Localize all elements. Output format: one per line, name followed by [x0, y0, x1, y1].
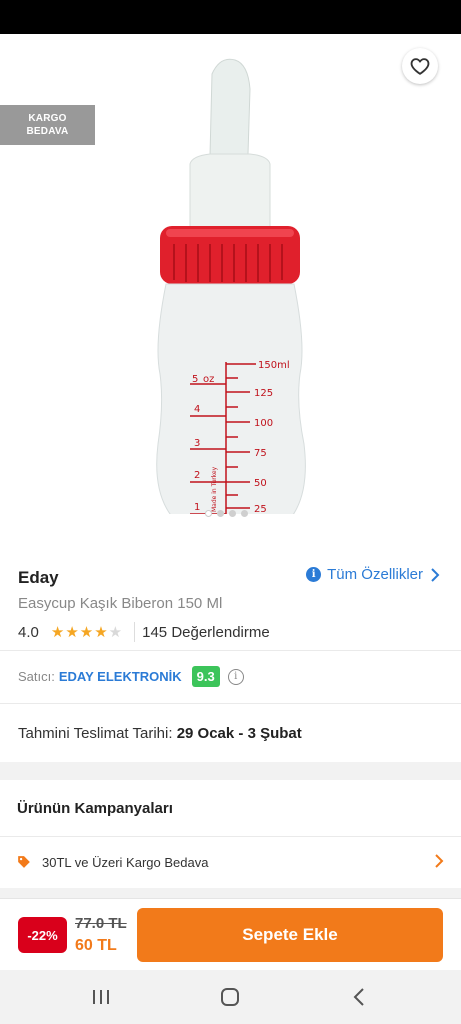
arrow-left-icon: [27, 60, 45, 76]
star-icon: ★: [65, 623, 79, 641]
delivery-label: Tahmini Teslimat Tarihi:: [18, 725, 173, 742]
old-price: 77.0 TL: [75, 915, 127, 932]
gallery-dot[interactable]: [241, 510, 248, 517]
rating-stars: ★ ★ ★ ★ ★: [51, 625, 122, 640]
star-empty-icon: ★: [108, 623, 123, 641]
divider: [0, 650, 461, 651]
star-icon: ★: [94, 623, 108, 641]
campaign-label: 30TL ve Üzeri Kargo Bedava: [42, 854, 209, 870]
seller-score-badge: 9.3: [191, 666, 220, 687]
rating-row: 4.0 ★ ★ ★ ★ ★ 145 Değerlendirme: [18, 622, 270, 642]
divider: [0, 703, 461, 704]
badge-line-1: KARGO: [28, 113, 67, 124]
share-button[interactable]: [346, 50, 378, 82]
svg-text:75: 75: [254, 448, 267, 459]
info-outline-icon[interactable]: i: [227, 668, 244, 685]
star-icon: ★: [50, 623, 65, 641]
svg-text:125: 125: [254, 388, 273, 399]
delivery-date: 29 Ocak - 3 Şubat: [176, 725, 302, 742]
back-button[interactable]: [20, 52, 52, 84]
add-to-cart-button[interactable]: Sepete Ekle: [137, 908, 443, 962]
svg-text:25: 25: [254, 504, 267, 514]
svg-text:1: 1: [194, 502, 200, 513]
all-properties-label: Tüm Özellikler: [327, 566, 423, 583]
star-icon: ★: [79, 623, 94, 641]
svg-text:Made in Turkey: Made in Turkey: [211, 466, 218, 512]
recent-apps-icon: [93, 990, 109, 1004]
delivery-estimate: Tahmini Teslimat Tarihi: 29 Ocak - 3 Şub…: [18, 725, 302, 742]
home-icon: [221, 988, 239, 1006]
new-price: 60 TL: [75, 937, 117, 954]
gallery-dot[interactable]: [217, 510, 224, 517]
share-icon: [353, 56, 371, 76]
favorite-button[interactable]: [402, 48, 438, 84]
status-bar: [0, 0, 461, 34]
campaigns-title: Ürünün Kampanyaları: [17, 800, 173, 817]
seller-label: Satıcı:: [18, 669, 55, 684]
info-icon: i: [306, 567, 322, 582]
svg-text:oz: oz: [203, 374, 214, 385]
seller-row: Satıcı: EDAY ELEKTRONİK 9.3 i: [18, 666, 244, 687]
recent-apps-button[interactable]: [86, 984, 116, 1010]
svg-text:3: 3: [194, 438, 200, 449]
seller-name-link[interactable]: EDAY ELEKTRONİK: [59, 669, 182, 684]
svg-text:50: 50: [254, 478, 267, 489]
chevron-left-icon: [353, 988, 364, 1006]
product-name: Easycup Kaşık Biberon 150 Ml: [18, 595, 223, 612]
campaign-item[interactable]: 30TL ve Üzeri Kargo Bedava: [0, 836, 461, 888]
gallery-dot[interactable]: [205, 510, 212, 517]
product-image-gallery[interactable]: 5 oz 4 3 2 1 150ml 125 100 75 50 25 Made…: [0, 34, 461, 546]
review-count-link[interactable]: 145 Değerlendirme: [142, 624, 270, 641]
all-properties-link[interactable]: i Tüm Özellikler: [306, 566, 441, 583]
free-shipping-badge: KARGO BEDAVA: [0, 105, 95, 145]
svg-text:2: 2: [194, 470, 200, 481]
system-nav-bar: [0, 970, 461, 1024]
gallery-pagination: [205, 510, 248, 517]
svg-text:4: 4: [194, 404, 200, 415]
chevron-right-icon: [435, 854, 444, 868]
tag-icon: [18, 856, 30, 868]
heart-icon: [410, 58, 430, 75]
product-info-card: Eday i Tüm Özellikler Easycup Kaşık Bibe…: [0, 546, 461, 762]
system-back-button[interactable]: [344, 984, 374, 1010]
badge-line-2: BEDAVA: [26, 126, 69, 137]
product-image: 5 oz 4 3 2 1 150ml 125 100 75 50 25 Made…: [156, 58, 306, 514]
svg-text:100: 100: [254, 418, 273, 429]
home-button[interactable]: [215, 984, 245, 1010]
brand-name[interactable]: Eday: [18, 568, 59, 588]
svg-text:5: 5: [192, 374, 198, 385]
gallery-dot[interactable]: [229, 510, 236, 517]
purchase-bar: -22% 77.0 TL 60 TL Sepete Ekle: [0, 898, 461, 970]
divider: [134, 622, 136, 642]
rating-value: 4.0: [18, 623, 39, 641]
discount-badge: -22%: [18, 917, 67, 953]
svg-text:150ml: 150ml: [258, 360, 290, 371]
campaigns-section: Ürünün Kampanyaları 30TL ve Üzeri Kargo …: [0, 780, 461, 888]
chevron-right-icon: [431, 567, 440, 582]
